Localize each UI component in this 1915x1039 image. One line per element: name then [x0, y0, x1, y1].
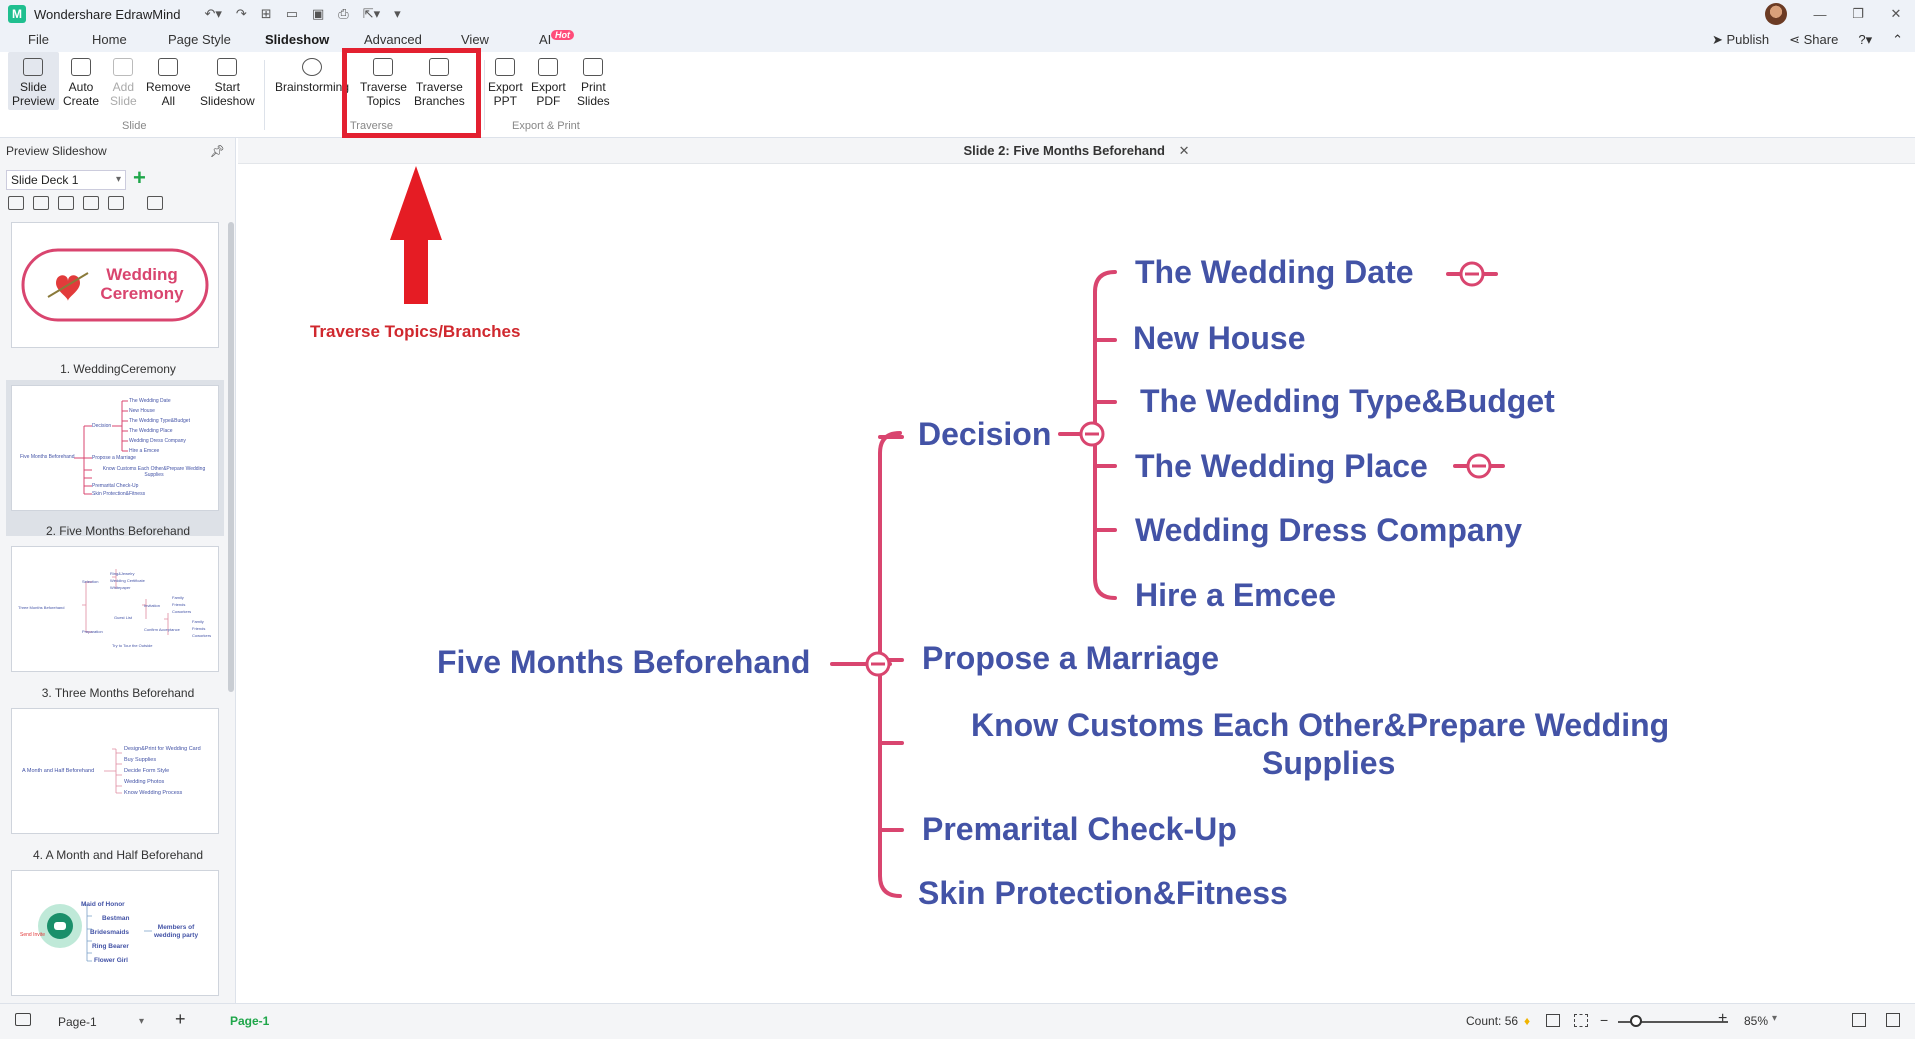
page-select[interactable]: Page-1: [52, 1012, 148, 1032]
root-topic[interactable]: Five Months Beforehand: [437, 644, 810, 681]
subtopic-wedding-type-budget[interactable]: The Wedding Type&Budget: [1140, 383, 1555, 420]
zoom-in-icon[interactable]: +: [1718, 1010, 1727, 1028]
status-bar: Page-1 + Page-1 Count: 56 ♦ − + 85% ▾: [0, 1003, 1915, 1039]
fit-width-icon[interactable]: [1574, 1014, 1588, 1027]
page-tab-1[interactable]: Page-1: [230, 1014, 269, 1028]
panel-toggle-icon[interactable]: [15, 1013, 31, 1026]
zoom-level[interactable]: 85%: [1744, 1014, 1768, 1028]
topic-decision[interactable]: Decision: [918, 416, 1051, 453]
zoom-out-icon[interactable]: −: [1600, 1012, 1608, 1028]
topic-propose-marriage[interactable]: Propose a Marriage: [922, 640, 1219, 677]
subtopic-wedding-date[interactable]: The Wedding Date: [1135, 254, 1414, 291]
subtopic-hire-emcee[interactable]: Hire a Emcee: [1135, 577, 1336, 614]
fullscreen-icon[interactable]: [1852, 1013, 1866, 1027]
add-page-icon[interactable]: +: [175, 1009, 186, 1030]
topic-know-customs-line2[interactable]: Supplies: [1262, 745, 1395, 782]
subtopic-wedding-place[interactable]: The Wedding Place: [1135, 448, 1428, 485]
fit-page-icon[interactable]: [1546, 1014, 1560, 1027]
subtopic-wedding-dress-company[interactable]: Wedding Dress Company: [1135, 512, 1522, 549]
topic-skin-protection[interactable]: Skin Protection&Fitness: [918, 875, 1288, 912]
zoom-slider-handle[interactable]: [1630, 1015, 1642, 1027]
count-label: Count: 56: [1466, 1014, 1519, 1028]
subtopic-new-house[interactable]: New House: [1133, 320, 1305, 357]
expand-icon[interactable]: [1886, 1013, 1900, 1027]
topic-know-customs[interactable]: Know Customs Each Other&Prepare Wedding: [971, 707, 1669, 744]
topic-premarital-checkup[interactable]: Premarital Check-Up: [922, 811, 1237, 848]
zoom-dropdown-icon[interactable]: ▾: [1772, 1013, 1777, 1024]
mind-map-connectors: [830, 261, 1505, 898]
warning-icon: ♦: [1524, 1014, 1531, 1028]
